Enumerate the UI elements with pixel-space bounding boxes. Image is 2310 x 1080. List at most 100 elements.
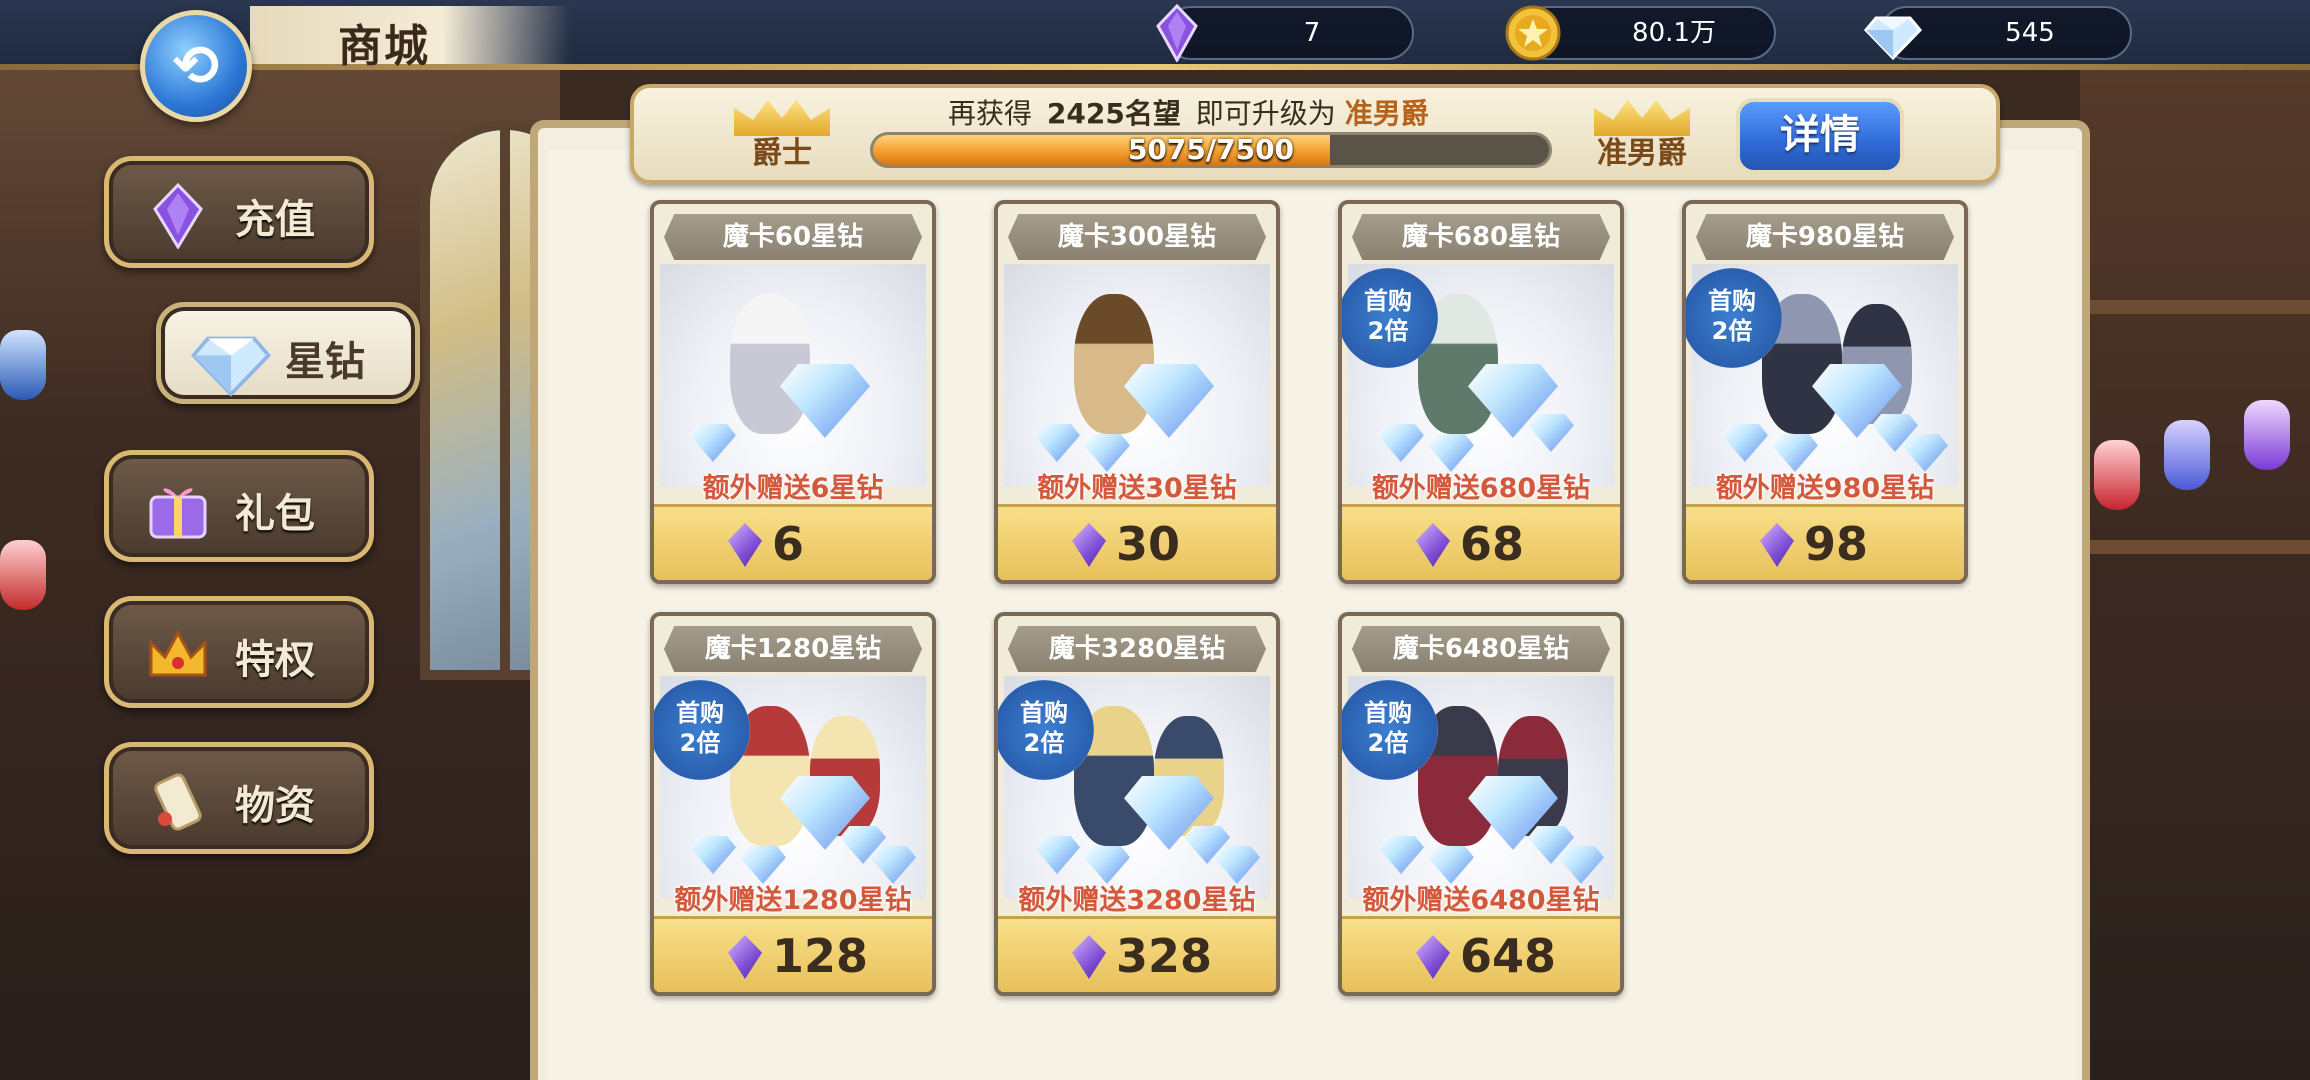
currency-value: 7 [1303, 18, 1321, 48]
currency-diamond[interactable]: 545 [1864, 6, 2132, 61]
sidebar-item-label: 礼包 [235, 491, 315, 537]
sidebar-item-recharge[interactable]: 充值 [104, 156, 374, 268]
sidebar-item-label: 物资 [235, 783, 315, 829]
potion-bottle [0, 330, 46, 400]
product-card[interactable]: 魔卡680星钻首购 2倍额外赠送680星钻 68 [1338, 200, 1624, 584]
product-price: 98 [1804, 517, 1869, 571]
badge-line: 2倍 [1711, 317, 1753, 345]
diamond-icon [1722, 424, 1768, 462]
diamond-icon [1378, 836, 1424, 874]
product-bonus-text: 额外赠送6480星钻 [1362, 885, 1600, 916]
product-price: 128 [772, 929, 869, 983]
price-bar: 68 [1342, 504, 1620, 580]
gold-coin-icon [1505, 5, 1561, 61]
currency-value: 80.1万 [1632, 18, 1716, 48]
badge-line: 首购 [1708, 287, 1756, 315]
product-price: 6 [772, 517, 805, 571]
badge-line: 首购 [1364, 287, 1412, 315]
sidebar-item-label: 特权 [235, 637, 315, 683]
product-card[interactable]: 魔卡980星钻首购 2倍额外赠送980星钻 98 [1682, 200, 1968, 584]
purple-gem-icon [1156, 4, 1198, 62]
diamond-icon [690, 836, 736, 874]
product-title: 魔卡3280星钻 [1008, 626, 1266, 672]
currency-purple-gem[interactable]: 7 [1156, 4, 1414, 62]
badge-line: 2倍 [1367, 729, 1409, 757]
crown-icon [149, 629, 207, 677]
price-bar: 328 [998, 916, 1276, 992]
rank-progress-text: 5075/7500 [1127, 133, 1295, 166]
product-title: 魔卡1280星钻 [664, 626, 922, 672]
badge-line: 首购 [676, 699, 724, 727]
product-title: 魔卡6480星钻 [1352, 626, 1610, 672]
product-bonus-text: 额外赠送6星钻 [702, 473, 884, 504]
product-card[interactable]: 魔卡3280星钻 首购 2倍 额外赠送3280星钻 328 [994, 612, 1280, 996]
product-price: 68 [1460, 517, 1525, 571]
next-rank-label: 准男爵 [1597, 136, 1687, 171]
price-bar: 6 [654, 504, 932, 580]
sidebar-item-gift-pack[interactable]: 礼包 [104, 450, 374, 562]
rank-message-prefix: 再获得 [948, 97, 1033, 130]
current-rank-label: 爵士 [752, 136, 812, 171]
product-bonus-text: 额外赠送680星钻 [1371, 473, 1591, 504]
sidebar-item-supplies[interactable]: 物资 [104, 742, 374, 854]
currency-gold-coin[interactable]: 80.1万 [1505, 5, 1776, 61]
badge-line: 2倍 [679, 729, 721, 757]
first-purchase-double-badge: 首购 2倍 [1686, 268, 1782, 368]
potion-bottle [2094, 440, 2140, 510]
diamond-icon [1378, 424, 1424, 462]
price-bar: 128 [654, 916, 932, 992]
sidebar-item-label: 星钻 [285, 339, 365, 385]
shelf [2080, 300, 2310, 314]
badge-line: 首购 [1020, 699, 1068, 727]
back-button[interactable]: ⟲ [140, 10, 252, 122]
crown-icon [1594, 100, 1690, 136]
sidebar-item-star-diamond[interactable]: 星钻 [156, 302, 420, 404]
purple-gem-icon [1416, 523, 1450, 567]
purple-gem-icon [728, 935, 762, 979]
shelf [2080, 540, 2310, 554]
product-title: 魔卡980星钻 [1696, 214, 1954, 260]
product-price: 648 [1460, 929, 1557, 983]
potion-bottle [0, 540, 46, 610]
rank-amount-needed: 2425名望 [1046, 97, 1181, 130]
product-title: 魔卡60星钻 [664, 214, 922, 260]
product-card[interactable]: 魔卡300星钻 额外赠送30星钻 30 [994, 200, 1280, 584]
diamond-icon [1528, 414, 1574, 452]
product-card[interactable]: 魔卡6480星钻首购 2倍额外赠送6480星钻 648 [1338, 612, 1624, 996]
sidebar-item-label: 充值 [235, 197, 315, 243]
product-card[interactable]: 魔卡60星钻额外赠送6星钻 6 [650, 200, 936, 584]
rank-message: 再获得 2425名望 即可升级为 准男爵 [948, 92, 1429, 132]
price-bar: 98 [1686, 504, 1964, 580]
currency-value: 545 [2005, 18, 2055, 48]
product-price: 328 [1116, 929, 1213, 983]
product-illustration [1004, 264, 1270, 486]
product-bonus-text: 额外赠送980星钻 [1715, 473, 1935, 504]
purple-gem-icon [1760, 523, 1794, 567]
price-bar: 648 [1342, 916, 1620, 992]
diamond-icon [690, 424, 736, 462]
page-title: 商城 [338, 21, 430, 72]
badge-line: 首购 [1364, 699, 1412, 727]
rank-progress: 5075/7500 [870, 132, 1552, 168]
product-illustration [660, 264, 926, 486]
purple-gem-icon [153, 183, 203, 249]
gift-box-icon [149, 488, 207, 539]
detail-button[interactable]: 详情 [1736, 98, 1904, 174]
product-card[interactable]: 魔卡1280星钻 首购 2倍 额外赠送1280星钻 128 [650, 612, 936, 996]
rank-message-mid: 即可升级为 [1195, 97, 1336, 130]
rank-next-name: 准男爵 [1344, 97, 1429, 130]
product-bonus-text: 额外赠送30星钻 [1037, 473, 1237, 504]
badge-line: 2倍 [1023, 729, 1065, 757]
crown-icon [734, 100, 830, 136]
product-title: 魔卡680星钻 [1352, 214, 1610, 260]
badge-line: 2倍 [1367, 317, 1409, 345]
price-bar: 30 [998, 504, 1276, 580]
current-rank-badge: 爵士 [712, 96, 852, 174]
diamond-icon [191, 336, 271, 397]
back-swirl-icon: ⟲ [172, 33, 220, 99]
first-purchase-double-badge: 首购 2倍 [1342, 268, 1438, 368]
diamond-icon [1034, 836, 1080, 874]
sidebar-item-privilege[interactable]: 特权 [104, 596, 374, 708]
purple-gem-icon [1072, 935, 1106, 979]
purple-gem-icon [1416, 935, 1450, 979]
